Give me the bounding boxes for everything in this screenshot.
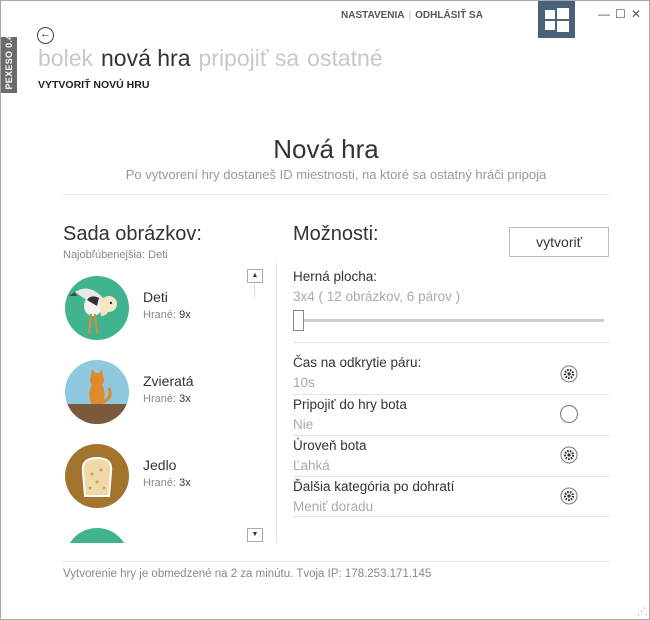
footer-note: Vytvorenie hry je obmedzené na 2 za minú… <box>63 568 432 580</box>
list-item-played: Hrané: 9x <box>143 309 191 321</box>
scroll-up-button[interactable]: ▲ <box>247 269 263 283</box>
bot-join-value: Nie <box>293 417 314 432</box>
app-window: PEXESO 0.4 NASTAVENIA | ODHLÁSIŤ SA — ☐ ✕ … <box>0 0 650 620</box>
slider-thumb[interactable] <box>293 310 304 331</box>
gear-icon[interactable] <box>560 365 578 383</box>
image-set-list: Deti Hrané: 9x Zvieratá Hrané: 3x Jedlo … <box>63 269 238 543</box>
nav-tabs: bolek nová hra pripojiť sa ostatné <box>38 45 391 72</box>
divider <box>293 435 609 436</box>
divider <box>63 194 609 195</box>
reveal-time-label: Čas na odkrytie páru: <box>293 355 422 370</box>
cat-icon <box>65 360 129 424</box>
gear-icon[interactable] <box>560 487 578 505</box>
tab-0[interactable]: bolek <box>38 45 93 71</box>
back-button[interactable]: ← <box>37 27 54 44</box>
settings-link[interactable]: NASTAVENIA <box>341 10 405 21</box>
divider <box>63 561 609 562</box>
scroll-down-button[interactable]: ▼ <box>247 528 263 542</box>
divider <box>293 476 609 477</box>
board-size-slider[interactable] <box>294 319 604 322</box>
next-category-label: Ďalšia kategória po dohratí <box>293 479 455 494</box>
reveal-time-value: 10s <box>293 375 315 390</box>
options-title: Možnosti: <box>293 223 379 245</box>
stork-icon <box>65 276 129 340</box>
top-nav: NASTAVENIA | ODHLÁSIŤ SA <box>341 10 483 21</box>
side-tab-label: PEXESO 0.4 <box>4 34 14 90</box>
list-item-deti[interactable]: Deti Hrané: 9x <box>63 269 238 340</box>
page-subtitle: Po vytvorení hry dostaneš ID miestnosti,… <box>125 167 547 182</box>
close-button[interactable]: ✕ <box>631 7 641 21</box>
board-size-value: 3x4 ( 12 obrázkov, 6 párov ) <box>293 289 461 304</box>
minimize-button[interactable]: — <box>598 7 610 21</box>
top-nav-separator: | <box>408 10 412 21</box>
page-subheading: VYTVORIŤ NOVÚ HRU <box>38 79 150 91</box>
toast-icon <box>65 444 129 508</box>
list-item-name: Zvieratá <box>143 373 194 389</box>
list-item-name: Jedlo <box>143 457 177 473</box>
windows-logo-icon <box>538 1 575 38</box>
partial-item-icon <box>65 528 129 543</box>
list-item-name: Deti <box>143 289 168 305</box>
bot-level-label: Úroveň bota <box>293 438 367 453</box>
image-set-title: Sada obrázkov: <box>63 223 202 245</box>
gear-icon[interactable] <box>560 446 578 464</box>
column-divider <box>276 263 277 543</box>
divider <box>293 516 609 517</box>
maximize-button[interactable]: ☐ <box>615 7 626 21</box>
page-title: Nová hra <box>273 134 379 164</box>
tab-1[interactable]: nová hra <box>101 45 191 71</box>
bot-join-label: Pripojiť do hry bota <box>293 397 407 412</box>
logout-link[interactable]: ODHLÁSIŤ SA <box>415 10 483 21</box>
side-tab[interactable]: PEXESO 0.4 <box>1 34 17 93</box>
bot-level-value: Ľahká <box>293 458 330 473</box>
tab-2[interactable]: pripojiť sa <box>199 45 300 71</box>
scrollbar-track[interactable] <box>254 284 255 297</box>
divider <box>293 394 609 395</box>
tab-3[interactable]: ostatné <box>307 45 382 71</box>
create-game-button[interactable]: vytvoriť <box>509 227 609 257</box>
divider <box>293 342 609 343</box>
board-size-label: Herná plocha: <box>293 269 378 284</box>
resize-grip-icon[interactable]: ⋰⋰ <box>637 606 650 617</box>
bot-join-radio[interactable] <box>560 405 578 423</box>
list-item-zvierata[interactable]: Zvieratá Hrané: 3x <box>63 353 238 424</box>
list-item-played: Hrané: 3x <box>143 393 191 405</box>
most-popular-label: Najobľúbenejšia: Deti <box>63 249 168 261</box>
arrow-left-icon: ← <box>40 28 51 40</box>
list-item-jedlo[interactable]: Jedlo Hrané: 3x <box>63 437 238 508</box>
list-item-played: Hrané: 3x <box>143 477 191 489</box>
next-category-value: Meniť doradu <box>293 499 374 514</box>
list-item-partial[interactable] <box>63 521 238 543</box>
